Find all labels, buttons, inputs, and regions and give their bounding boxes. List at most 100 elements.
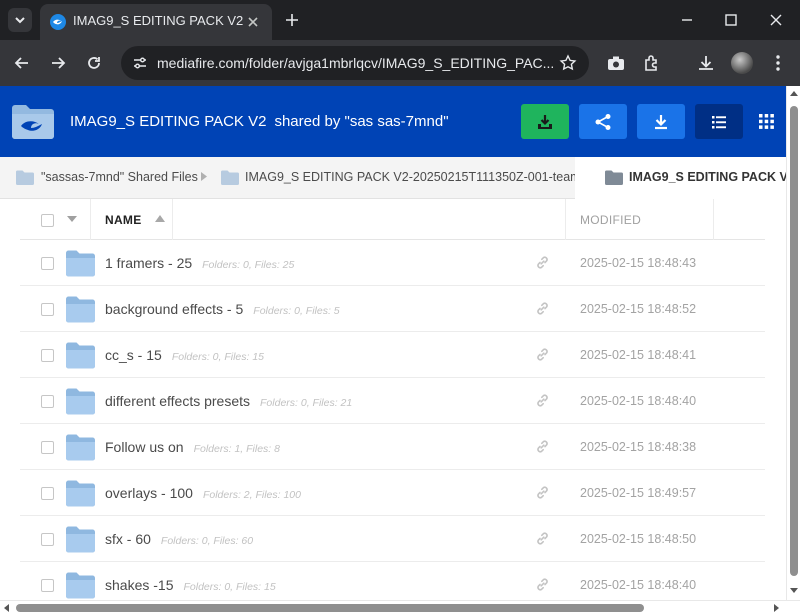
share-button[interactable] (579, 104, 627, 139)
scroll-right-arrow-icon[interactable] (774, 604, 779, 612)
camera-screenshot-icon[interactable] (605, 52, 627, 74)
folder-name[interactable]: shakes -15 (105, 577, 173, 593)
column-header-modified[interactable]: MODIFIED (580, 213, 641, 227)
folder-name[interactable]: 1 framers - 25 (105, 255, 192, 271)
new-tab-icon[interactable] (282, 10, 302, 30)
folder-name-link[interactable]: background effects - 5 Folders: 0, Files:… (105, 301, 340, 317)
breadcrumb-item-shared-files[interactable]: "sassas-7mnd" Shared Files (41, 170, 198, 184)
grid-view-icon[interactable] (759, 114, 774, 129)
address-bar[interactable]: mediafire.com/folder/avjga1mbrlqcv/IMAG9… (121, 46, 589, 80)
vertical-scrollbar[interactable] (786, 86, 800, 600)
more-menu-icon[interactable] (767, 52, 789, 74)
file-list-row[interactable]: cc_s - 15 Folders: 0, Files: 15 2025-02-15… (20, 332, 765, 378)
modified-date: 2025-02-15 18:48:50 (580, 532, 697, 546)
bookmark-star-icon[interactable] (559, 54, 577, 72)
url-text: mediafire.com/folder/avjga1mbrlqcv/IMAG9… (157, 55, 555, 71)
maximize-window-icon[interactable] (721, 10, 741, 30)
forward-arrow-icon[interactable] (47, 52, 69, 74)
folder-name[interactable]: Follow us on (105, 439, 184, 455)
link-icon[interactable] (535, 255, 550, 270)
scroll-up-arrow-icon[interactable] (790, 91, 798, 96)
share-icon (595, 114, 611, 130)
mediafire-folder-logo-icon (12, 105, 54, 139)
folder-icon (605, 170, 623, 185)
folder-title: IMAG9_S EDITING PACK V2 shared by "sas sa… (70, 113, 449, 130)
link-icon[interactable] (535, 347, 550, 362)
file-list-row[interactable]: different effects presets Folders: 0, Fil… (20, 378, 765, 424)
breadcrumb-separator-icon (201, 172, 207, 181)
file-list-row[interactable]: overlays - 100 Folders: 2, Files: 100 2025… (20, 470, 765, 516)
file-list-row[interactable]: sfx - 60 Folders: 0, Files: 60 2025-02-15 … (20, 516, 765, 562)
horizontal-scroll-thumb[interactable] (16, 604, 644, 612)
folder-icon (66, 250, 95, 277)
download-icon (655, 115, 667, 130)
row-checkbox[interactable] (41, 349, 54, 362)
breadcrumb: "sassas-7mnd" Shared Files IMAG9_S EDITI… (0, 157, 795, 199)
horizontal-scrollbar[interactable] (0, 600, 800, 614)
downloads-icon[interactable] (695, 52, 717, 74)
folder-name[interactable]: different effects presets (105, 393, 250, 409)
row-checkbox[interactable] (41, 257, 54, 270)
folder-icon (66, 480, 95, 507)
save-to-account-button[interactable] (521, 104, 569, 139)
mediafire-folder-page: IMAG9_S EDITING PACK V2 shared by "sas sa… (0, 86, 800, 600)
folder-name-link[interactable]: Follow us on Folders: 1, Files: 8 (105, 439, 280, 455)
modified-date: 2025-02-15 18:48:40 (580, 394, 697, 408)
file-list-row[interactable]: shakes -15 Folders: 0, Files: 15 2025-02-1… (20, 562, 765, 600)
folder-name-link[interactable]: sfx - 60 Folders: 0, Files: 60 (105, 531, 253, 547)
link-icon[interactable] (535, 531, 550, 546)
close-tab-icon[interactable] (244, 13, 262, 31)
reload-icon[interactable] (83, 52, 105, 74)
file-list-row[interactable]: 1 framers - 25 Folders: 0, Files: 25 2025-… (20, 240, 765, 286)
folder-name: IMAG9_S EDITING PACK V2 (70, 113, 267, 130)
list-view-button[interactable] (695, 104, 743, 139)
file-list-row[interactable]: Follow us on Folders: 1, Files: 8 2025-02-… (20, 424, 765, 470)
row-checkbox[interactable] (41, 487, 54, 500)
file-list-row[interactable]: background effects - 5 Folders: 0, Files:… (20, 286, 765, 332)
minimize-window-icon[interactable] (677, 10, 697, 30)
close-window-icon[interactable] (766, 10, 786, 30)
back-arrow-icon[interactable] (11, 52, 33, 74)
folder-name-link[interactable]: shakes -15 Folders: 0, Files: 15 (105, 577, 276, 593)
link-icon[interactable] (535, 485, 550, 500)
link-icon[interactable] (535, 439, 550, 454)
folder-name-link[interactable]: different effects presets Folders: 0, Fil… (105, 393, 352, 409)
folder-name[interactable]: sfx - 60 (105, 531, 151, 547)
folder-name[interactable]: overlays - 100 (105, 485, 193, 501)
column-header-name[interactable]: NAME (105, 213, 142, 227)
link-icon[interactable] (535, 393, 550, 408)
site-settings-icon[interactable] (131, 54, 149, 72)
selection-menu-caret-icon[interactable] (67, 216, 77, 222)
sort-ascending-icon[interactable] (155, 215, 165, 222)
browser-tab[interactable]: IMAG9_S EDITING PACK V2 (40, 4, 272, 40)
select-all-checkbox[interactable] (41, 214, 54, 227)
folder-name[interactable]: background effects - 5 (105, 301, 243, 317)
vertical-scroll-thumb[interactable] (790, 106, 798, 576)
link-icon[interactable] (535, 577, 550, 592)
column-divider (713, 199, 714, 240)
folder-name-link[interactable]: overlays - 100 Folders: 2, Files: 100 (105, 485, 301, 501)
folder-name[interactable]: cc_s - 15 (105, 347, 162, 363)
modified-date: 2025-02-15 18:48:41 (580, 348, 697, 362)
row-checkbox[interactable] (41, 303, 54, 316)
modified-date: 2025-02-15 18:48:40 (580, 578, 697, 592)
row-checkbox[interactable] (41, 441, 54, 454)
extensions-puzzle-icon[interactable] (641, 52, 663, 74)
breadcrumb-item-parent-folder[interactable]: IMAG9_S EDITING PACK V2-20250215T111350Z… (245, 170, 594, 184)
tab-search-button[interactable] (8, 8, 32, 32)
row-checkbox[interactable] (41, 533, 54, 546)
save-to-account-icon (538, 115, 552, 129)
link-icon[interactable] (535, 301, 550, 316)
scroll-left-arrow-icon[interactable] (4, 604, 9, 612)
profile-avatar[interactable] (731, 52, 753, 74)
folder-icon (16, 170, 34, 185)
download-button[interactable] (637, 104, 685, 139)
list-view-icon (712, 116, 726, 129)
folder-name-link[interactable]: 1 framers - 25 Folders: 0, Files: 25 (105, 255, 294, 271)
folder-contents-count: Folders: 0, Files: 15 (171, 351, 265, 363)
file-list: 1 framers - 25 Folders: 0, Files: 25 2025-… (20, 240, 765, 600)
scroll-down-arrow-icon[interactable] (790, 588, 798, 593)
folder-name-link[interactable]: cc_s - 15 Folders: 0, Files: 15 (105, 347, 264, 363)
row-checkbox[interactable] (41, 395, 54, 408)
row-checkbox[interactable] (41, 579, 54, 592)
